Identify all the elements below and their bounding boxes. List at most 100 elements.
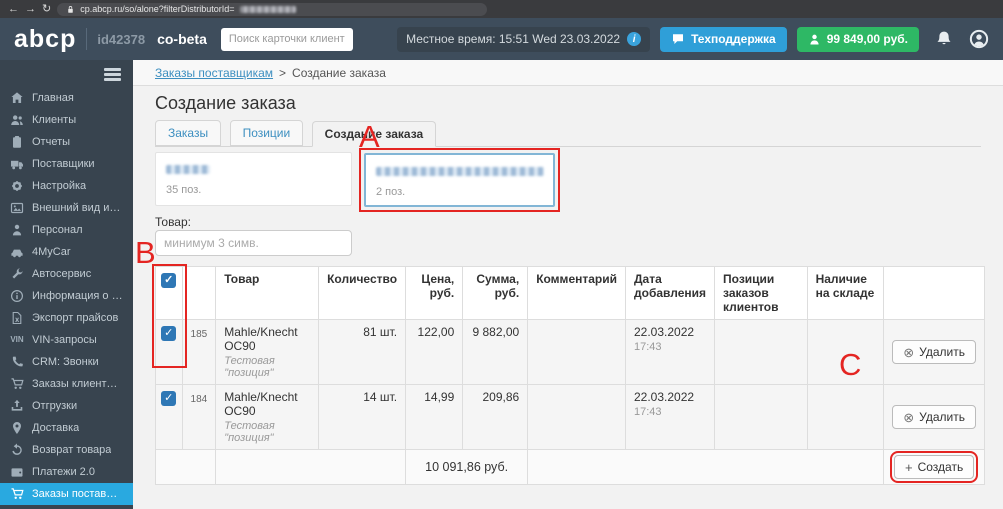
redacted-supplier-name xyxy=(376,167,544,177)
row-time: 17:43 xyxy=(634,341,662,353)
screen: ← → ↻ cp.abcp.ru/so/alone?filterDistribu… xyxy=(0,0,1003,509)
supplier-card-2-selected[interactable]: 2 поз. xyxy=(364,153,555,207)
sidebar-item-reports[interactable]: Отчеты xyxy=(0,131,133,153)
main-content: Заказы поставщикам > Создание заказа Соз… xyxy=(133,60,1003,509)
truck-icon xyxy=(11,160,23,169)
supplier-card-1[interactable]: 35 поз. xyxy=(155,152,352,206)
cart-icon xyxy=(11,377,24,389)
reload-icon[interactable]: ↻ xyxy=(42,3,51,15)
profile-avatar-icon[interactable] xyxy=(969,29,989,49)
sidebar-item-supplier-orders[interactable]: Заказы поставщикам xyxy=(0,482,133,505)
app-header: abcp id42378 co-beta Местное время: 15:5… xyxy=(0,18,1003,60)
support-label: Техподдержка xyxy=(691,32,776,46)
delete-button[interactable]: ⊗ Удалить xyxy=(892,405,976,429)
row-sum: 9 882,00 xyxy=(462,319,529,385)
account-id: id42378 xyxy=(97,31,146,47)
table-footer-row: 10 091,86 руб. + Создать xyxy=(154,449,985,485)
sidebar-item-price-export[interactable]: Экспорт прайсов xyxy=(0,307,133,329)
sidebar-item-payments[interactable]: Платежи 2.0 xyxy=(0,461,133,483)
sidebar: Главная Клиенты Отчеты Поставщики Настро… xyxy=(0,60,133,509)
tab-orders[interactable]: Заказы xyxy=(155,120,222,146)
wrench-icon xyxy=(12,267,23,278)
sidebar-item-product-info[interactable]: Информация о товарах xyxy=(0,285,133,307)
redacted-url-param xyxy=(239,5,296,13)
header-divider xyxy=(86,28,88,50)
menu-toggle-icon[interactable] xyxy=(0,60,133,87)
row-price: 122,00 xyxy=(405,319,464,385)
product-note: Тестовая "позиция" xyxy=(224,420,275,444)
url-text: cp.abcp.ru/so/alone?filterDistributorId= xyxy=(80,4,235,14)
home-icon xyxy=(11,91,23,103)
product-filter-label: Товар: xyxy=(155,215,191,229)
col-id xyxy=(181,266,217,320)
balance-button[interactable]: 99 849,00 руб. xyxy=(796,26,919,52)
row-checkbox[interactable] xyxy=(161,391,177,406)
supplier-positions-count: 35 поз. xyxy=(166,184,202,196)
row-client-positions xyxy=(714,319,808,385)
sidebar-item-appearance[interactable]: Внешний вид и контент xyxy=(0,197,133,219)
notifications-bell-icon[interactable] xyxy=(935,30,953,48)
sidebar-item-shipments[interactable]: Отгрузки xyxy=(0,395,133,417)
back-icon[interactable]: ← xyxy=(8,3,19,15)
annotation-letter-c: C xyxy=(839,347,862,382)
vin-icon: VIN xyxy=(10,335,24,344)
table-header-row: Товар Количество Цена, руб. Сумма, руб. … xyxy=(155,266,985,320)
sidebar-item-suppliers[interactable]: Поставщики xyxy=(0,153,133,175)
product-search-input[interactable] xyxy=(155,230,352,256)
sidebar-item-vin[interactable]: VIN VIN-запросы xyxy=(0,329,133,351)
abcp-logo[interactable]: abcp xyxy=(14,25,76,54)
breadcrumb-separator: > xyxy=(279,65,287,80)
sidebar-item-clients[interactable]: Клиенты xyxy=(0,109,133,131)
col-date-added: Дата добавления xyxy=(624,266,716,320)
tab-positions[interactable]: Позиции xyxy=(229,120,304,146)
breadcrumb-parent-link[interactable]: Заказы поставщикам xyxy=(155,66,273,80)
shipment-icon xyxy=(11,399,23,411)
order-total: 10 091,86 руб. xyxy=(405,449,529,485)
sidebar-item-autoservice[interactable]: Автосервис xyxy=(0,263,133,285)
col-price: Цена, руб. xyxy=(405,266,464,320)
row-checkbox[interactable] xyxy=(161,326,177,341)
sidebar-item-home[interactable]: Главная xyxy=(0,87,133,109)
row-id: 184 xyxy=(181,384,217,450)
location-pin-icon xyxy=(13,421,21,434)
product-name: Mahle/Knecht OC90 xyxy=(224,390,298,418)
balance-amount: 99 849,00 руб. xyxy=(826,32,908,46)
col-product: Товар xyxy=(215,266,320,320)
lock-icon xyxy=(68,5,73,13)
col-client-order-positions: Позиции заказов клиентов xyxy=(714,266,808,320)
row-date: 22.03.2022 xyxy=(634,325,695,339)
local-time-chip: Местное время: 15:51 Wed 23.03.2022 i xyxy=(397,26,651,52)
clipboard-icon xyxy=(13,135,21,148)
support-button[interactable]: Техподдержка xyxy=(660,26,787,52)
client-search-input[interactable] xyxy=(220,27,353,51)
sidebar-item-settings[interactable]: Настройка xyxy=(0,175,133,197)
delete-button[interactable]: ⊗ Удалить xyxy=(892,340,976,364)
table-row: 184 Mahle/Knecht OC90 Тестовая "позиция"… xyxy=(155,384,985,450)
user-icon xyxy=(810,34,819,45)
file-export-icon xyxy=(12,311,22,324)
create-order-button[interactable]: + Создать xyxy=(889,451,979,483)
select-all-checkbox[interactable] xyxy=(161,273,177,288)
product-note: Тестовая "позиция" xyxy=(224,355,275,379)
sidebar-item-crm-calls[interactable]: CRM: Звонки xyxy=(0,351,133,373)
col-sum: Сумма, руб. xyxy=(462,266,529,320)
cart-icon xyxy=(11,487,24,499)
page-title: Создание заказа xyxy=(155,93,296,113)
annotation-letter-a: A xyxy=(359,119,380,154)
person-icon xyxy=(12,224,22,235)
sidebar-item-4mycar[interactable]: 4MyCar xyxy=(0,241,133,263)
sidebar-item-client-orders[interactable]: Заказы клиентов 2.0 xyxy=(0,373,133,395)
sidebar-item-returns[interactable]: Возврат товара xyxy=(0,439,133,461)
sidebar-item-staff[interactable]: Персонал xyxy=(0,219,133,241)
gear-icon xyxy=(12,180,22,191)
address-bar[interactable]: cp.abcp.ru/so/alone?filterDistributorId= xyxy=(57,2,488,16)
car-icon xyxy=(11,249,23,257)
breadcrumb: Заказы поставщикам > Создание заказа xyxy=(133,60,1003,86)
info-icon[interactable]: i xyxy=(627,32,642,46)
annotation-letter-b: B xyxy=(135,235,156,270)
info-circle-icon xyxy=(10,289,24,302)
sidebar-item-delivery[interactable]: Доставка xyxy=(0,417,133,439)
supplier-positions-count: 2 поз. xyxy=(376,186,406,198)
row-price: 14,99 xyxy=(405,384,464,450)
forward-icon[interactable]: → xyxy=(25,3,36,15)
